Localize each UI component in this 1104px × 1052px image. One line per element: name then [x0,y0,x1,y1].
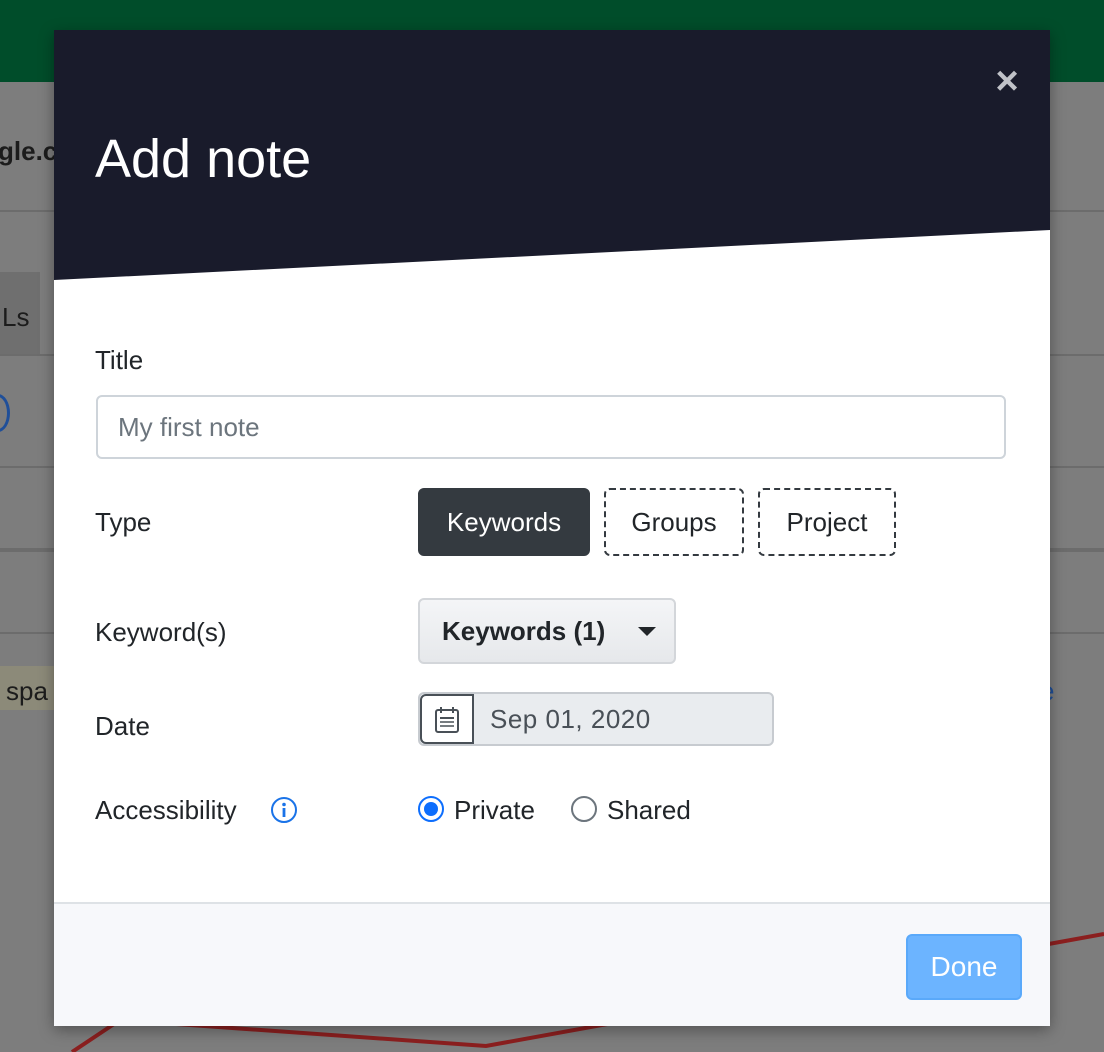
title-input[interactable] [96,395,1006,459]
radio-shared-indicator[interactable] [571,796,597,822]
radio-shared-label: Shared [607,795,691,825]
type-groups-button[interactable]: Groups [604,488,744,556]
close-icon[interactable]: × [990,61,1024,101]
radio-private-indicator[interactable] [418,796,444,822]
date-picker[interactable]: Sep 01, 2020 [418,692,774,746]
info-icon[interactable] [270,796,298,824]
type-label: Type [95,507,152,537]
calendar-icon [435,707,459,733]
done-button[interactable]: Done [906,934,1022,1000]
keywords-dropdown[interactable]: Keywords (1) [418,598,676,664]
radio-private[interactable]: Private [418,794,548,826]
add-note-modal: Add note × Title Type Keywords Groups Pr… [54,30,1050,1026]
date-label: Date [95,711,150,741]
type-keywords-button[interactable]: Keywords [418,488,590,556]
caret-down-icon [638,627,656,636]
title-label: Title [95,345,144,375]
accessibility-label: Accessibility [95,795,237,825]
keywords-dropdown-label: Keywords (1) [442,616,606,646]
modal-header: Add note × [54,30,1050,282]
type-project-button[interactable]: Project [758,488,896,556]
date-value: Sep 01, 2020 [490,704,651,734]
radio-private-label: Private [454,795,535,825]
calendar-button[interactable] [420,694,474,744]
modal-title: Add note [95,129,312,189]
keywords-label: Keyword(s) [95,617,227,647]
radio-shared[interactable]: Shared [571,794,701,826]
modal-footer: Done [54,902,1050,1026]
